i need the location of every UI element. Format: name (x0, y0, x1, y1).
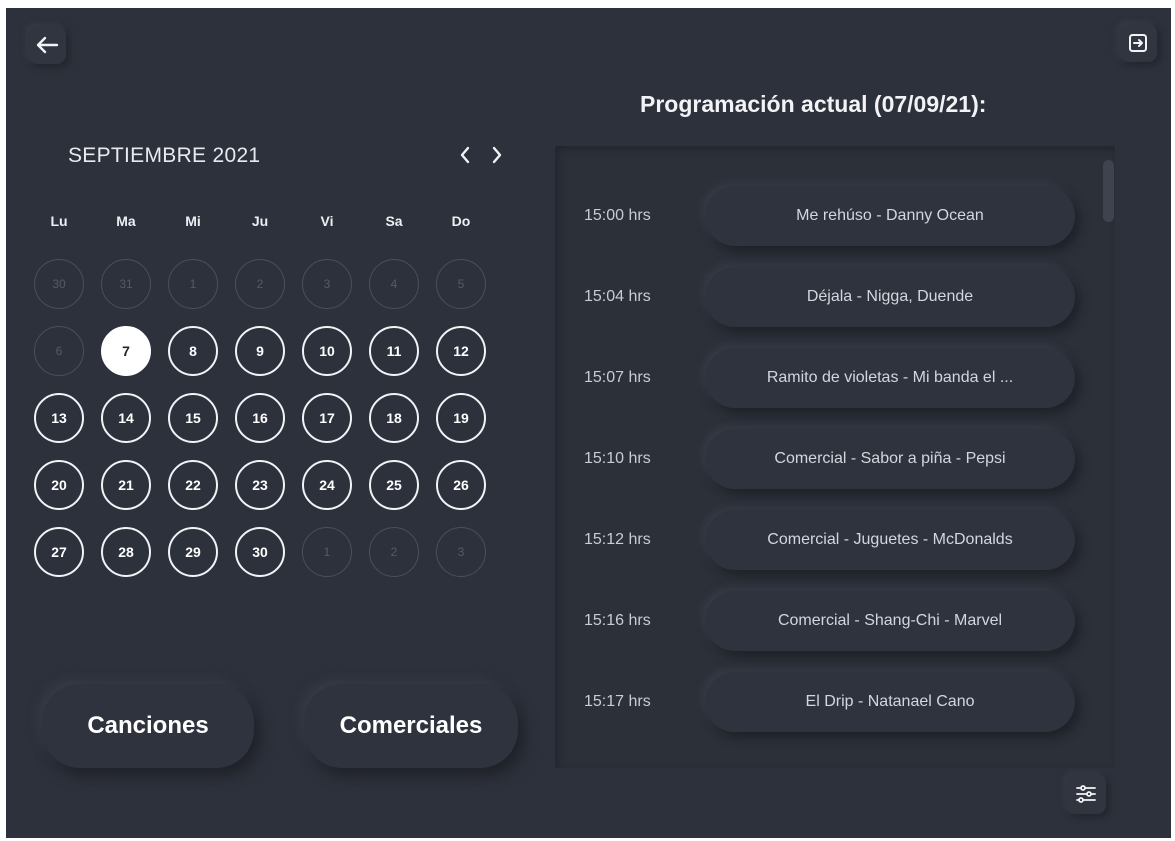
calendar-day[interactable]: 27 (34, 527, 84, 577)
chevron-left-icon (459, 146, 471, 169)
sliders-icon (1075, 783, 1097, 805)
calendar-day: 1 (302, 527, 352, 577)
calendar-day: 4 (369, 259, 419, 309)
ads-button[interactable]: Comerciales (304, 684, 518, 768)
calendar-day: 30 (34, 259, 84, 309)
calendar-day: 31 (101, 259, 151, 309)
calendar-day[interactable]: 25 (369, 460, 419, 510)
calendar-day[interactable]: 13 (34, 393, 84, 443)
app-window: SEPTIEMBRE 2021 Lu Ma Mi Ju Vi Sa Do 30 31 1 2 3 4 5 6… (6, 8, 1171, 838)
calendar-day[interactable]: 30 (235, 527, 285, 577)
calendar-day[interactable]: 16 (235, 393, 285, 443)
calendar-day: 6 (34, 326, 84, 376)
calendar-day[interactable]: 22 (168, 460, 218, 510)
schedule-time: 15:04 hrs (584, 288, 651, 305)
calendar-month-label: SEPTIEMBRE 2021 (68, 144, 261, 167)
calendar-day[interactable]: 18 (369, 393, 419, 443)
calendar-day: 1 (168, 259, 218, 309)
calendar-day[interactable]: 11 (369, 326, 419, 376)
schedule-item: 15:04 hrs Déjala - Nigga, Duende (555, 267, 1115, 327)
weekday-label: Ma (116, 213, 136, 229)
arrow-left-icon (35, 35, 59, 55)
chevron-right-icon (491, 146, 503, 169)
calendar-day[interactable]: 28 (101, 527, 151, 577)
schedule-item-button[interactable]: Ramito de violetas - Mi banda el ... (705, 348, 1075, 408)
calendar-day: 5 (436, 259, 486, 309)
logout-button[interactable] (1119, 24, 1157, 62)
calendar-day[interactable]: 20 (34, 460, 84, 510)
schedule-time: 15:12 hrs (584, 531, 651, 548)
schedule-time: 15:10 hrs (584, 450, 651, 467)
calendar-day[interactable]: 29 (168, 527, 218, 577)
calendar-day[interactable]: 21 (101, 460, 151, 510)
schedule-item: 15:07 hrs Ramito de violetas - Mi banda e… (555, 348, 1115, 408)
calendar-day[interactable]: 14 (101, 393, 151, 443)
calendar-day[interactable]: 19 (436, 393, 486, 443)
songs-button[interactable]: Canciones (42, 684, 254, 768)
calendar-nav (454, 144, 508, 170)
schedule-item: 15:17 hrs El Drip - Natanael Cano (555, 672, 1115, 732)
calendar-day[interactable]: 23 (235, 460, 285, 510)
schedule-item: 15:12 hrs Comercial - Juguetes - McDonald… (555, 510, 1115, 570)
schedule-item: 15:00 hrs Me rehúso - Danny Ocean (555, 186, 1115, 246)
next-month-button[interactable] (486, 144, 508, 170)
calendar-day[interactable]: 15 (168, 393, 218, 443)
prev-month-button[interactable] (454, 144, 476, 170)
schedule-item-button[interactable]: Comercial - Juguetes - McDonalds (705, 510, 1075, 570)
schedule-item-button[interactable]: Comercial - Sabor a piña - Pepsi (705, 429, 1075, 489)
schedule-time: 15:00 hrs (584, 207, 651, 224)
weekday-label: Do (451, 213, 471, 229)
calendar-day: 2 (369, 527, 419, 577)
schedule-item-button[interactable]: El Drip - Natanael Cano (705, 672, 1075, 732)
back-button[interactable] (28, 26, 66, 64)
schedule-item-button[interactable]: Déjala - Nigga, Duende (705, 267, 1075, 327)
weekday-label: Ju (251, 213, 269, 229)
calendar-day: 3 (302, 259, 352, 309)
schedule-item-button[interactable]: Me rehúso - Danny Ocean (705, 186, 1075, 246)
calendar-day[interactable]: 10 (302, 326, 352, 376)
calendar-day[interactable]: 9 (235, 326, 285, 376)
weekday-label: Sa (385, 213, 403, 229)
schedule-item: 15:16 hrs Comercial - Shang-Chi - Marvel (555, 591, 1115, 651)
schedule-time: 15:16 hrs (584, 612, 651, 629)
schedule-title: Programación actual (07/09/21): (640, 91, 987, 117)
schedule-time: 15:07 hrs (584, 369, 651, 386)
weekday-label: Mi (185, 213, 201, 229)
filter-button[interactable] (1066, 774, 1106, 814)
schedule-time: 15:17 hrs (584, 693, 651, 710)
calendar-day[interactable]: 12 (436, 326, 486, 376)
calendar-day[interactable]: 17 (302, 393, 352, 443)
calendar-day[interactable]: 24 (302, 460, 352, 510)
calendar-day[interactable]: 8 (168, 326, 218, 376)
calendar-day[interactable]: 26 (436, 460, 486, 510)
calendar-day: 2 (235, 259, 285, 309)
schedule-item-button[interactable]: Comercial - Shang-Chi - Marvel (705, 591, 1075, 651)
schedule-list[interactable]: 15:00 hrs Me rehúso - Danny Ocean 15:04 hr… (555, 146, 1115, 768)
schedule-item: 15:10 hrs Comercial - Sabor a piña - Peps… (555, 429, 1115, 489)
calendar-day-selected[interactable]: 7 (101, 326, 151, 376)
calendar-day: 3 (436, 527, 486, 577)
schedule-scrollbar[interactable] (1103, 160, 1114, 222)
weekday-label: Lu (50, 213, 68, 229)
weekday-label: Vi (320, 213, 334, 229)
logout-icon (1128, 33, 1148, 53)
